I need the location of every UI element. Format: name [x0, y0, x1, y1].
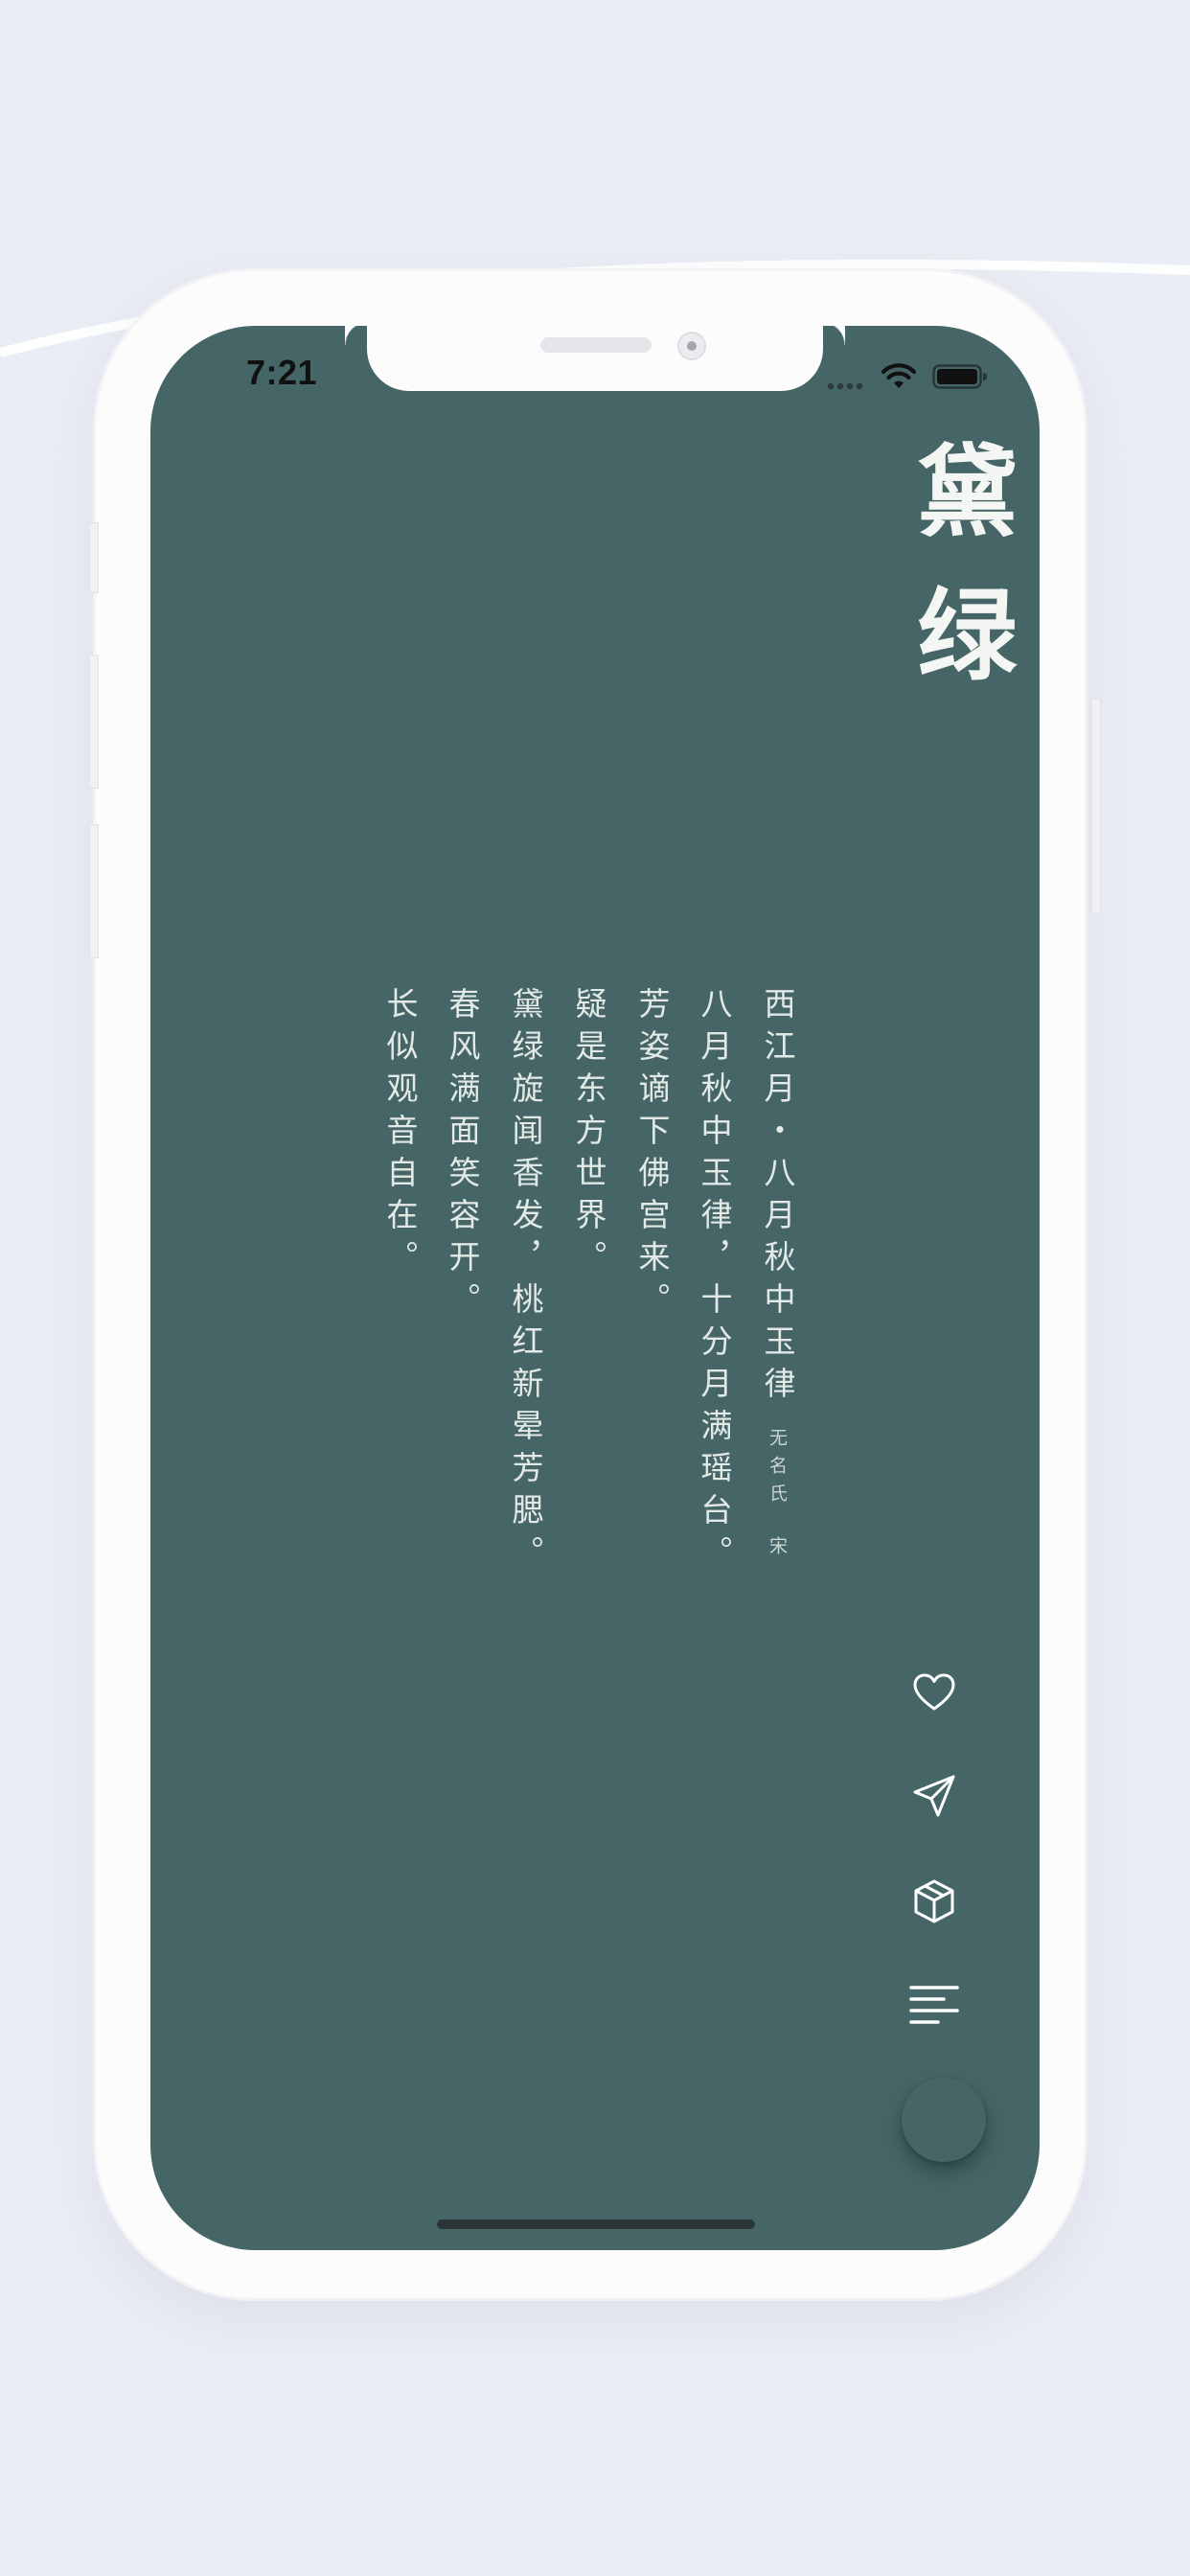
floating-action-button[interactable] [902, 2078, 986, 2162]
box-icon [914, 1879, 954, 1923]
send-icon [913, 1775, 955, 1817]
home-indicator[interactable] [437, 2220, 755, 2229]
status-time: 7:21 [246, 353, 318, 392]
poem-line: 长似观音自在。 [381, 987, 419, 1282]
menu-icon [909, 1986, 959, 2024]
mute-switch [89, 522, 99, 593]
poem-line: 春风满面笑容开。 [444, 987, 481, 1324]
poem-line: 八月秋中玉律，十分月满瑶台。 [696, 987, 733, 1577]
app-screen: 7:21 黛绿 西江月・八月秋中玉律无名氏宋 八月秋中玉律，十分月满瑶台。 芳姿… [150, 326, 1040, 2250]
poem-line: 芳姿谪下佛宫来。 [633, 987, 671, 1324]
like-button[interactable] [907, 1666, 961, 1719]
device-notch [367, 326, 845, 391]
volume-down-button [89, 824, 99, 958]
cellular-signal-icon [827, 382, 863, 390]
power-button [1091, 698, 1101, 914]
volume-up-button [89, 655, 99, 789]
front-camera [677, 332, 706, 360]
poem-title-column: 西江月・八月秋中玉律无名氏宋 [758, 987, 796, 1564]
poem-block: 西江月・八月秋中玉律无名氏宋 八月秋中玉律，十分月满瑶台。 芳姿谪下佛宫来。 疑… [375, 987, 796, 1677]
speaker-grille [540, 337, 652, 353]
poem-line: 黛绿旋闻香发，桃红新晕芳腮。 [507, 987, 544, 1577]
battery-icon [932, 364, 987, 389]
wifi-icon [881, 363, 917, 388]
poem-author: 无名氏 [767, 1428, 788, 1511]
menu-button[interactable] [907, 1978, 961, 2032]
heart-icon [913, 1673, 955, 1711]
collection-button[interactable] [907, 1874, 961, 1928]
share-button[interactable] [907, 1769, 961, 1823]
poem-line: 疑是东方世界。 [570, 987, 607, 1282]
app-title: 黛绿 [900, 439, 1018, 726]
poem-title: 西江月・八月秋中玉律 [759, 987, 796, 1409]
poem-dynasty: 宋 [767, 1536, 788, 1564]
